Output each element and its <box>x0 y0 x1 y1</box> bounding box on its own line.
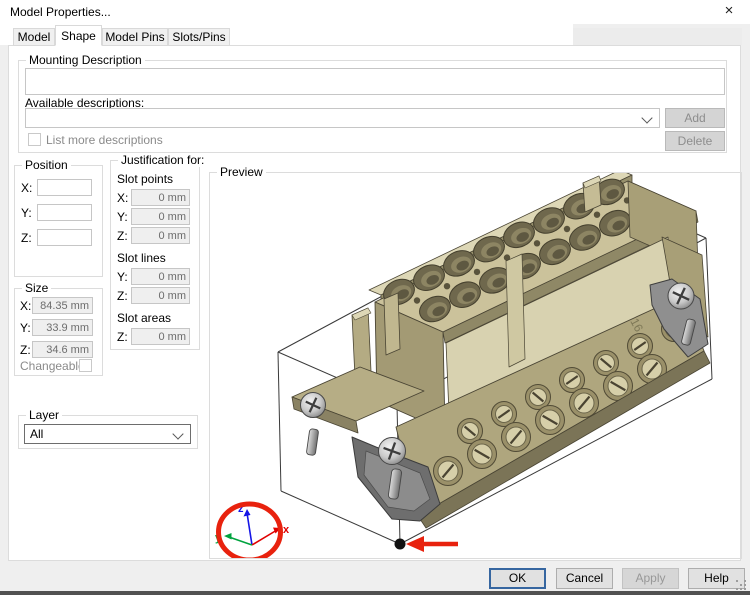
changeable-checkbox[interactable] <box>79 359 92 372</box>
tab-model[interactable]: Model <box>13 28 55 46</box>
layer-combobox[interactable]: All <box>24 424 191 444</box>
size-group-label: Size <box>22 281 52 295</box>
ok-button[interactable]: OK <box>489 568 546 589</box>
tab-model-pins[interactable]: Model Pins <box>102 28 168 46</box>
changeable-label: Changeable: <box>20 359 89 373</box>
slot-lines-z-label: Z: <box>117 289 128 303</box>
list-more-descriptions-checkbox[interactable] <box>28 133 41 146</box>
size-y-field[interactable] <box>32 319 93 336</box>
available-descriptions-combobox[interactable] <box>25 108 660 128</box>
size-z-field[interactable] <box>32 341 93 358</box>
position-z-field[interactable] <box>37 229 92 246</box>
tab-shape[interactable]: Shape <box>55 25 102 46</box>
size-x-label: X: <box>20 299 32 313</box>
chevron-down-icon[interactable] <box>641 112 653 124</box>
position-z-label: Z: <box>21 231 32 245</box>
apply-button[interactable]: Apply <box>622 568 679 589</box>
layer-value: All <box>30 427 44 441</box>
window-title: Model Properties... <box>10 5 111 19</box>
chevron-down-icon[interactable] <box>172 428 184 440</box>
position-y-field[interactable] <box>37 204 92 221</box>
close-icon[interactable]: × <box>714 0 744 22</box>
slot-areas-z-label: Z: <box>117 330 128 344</box>
slot-points-x-field[interactable] <box>131 189 190 206</box>
justification-group-label: Justification for: <box>118 153 208 167</box>
mounting-description-input[interactable] <box>25 68 725 95</box>
slot-points-x-label: X: <box>117 191 129 205</box>
slot-points-z-label: Z: <box>117 229 128 243</box>
cancel-button[interactable]: Cancel <box>556 568 613 589</box>
slot-lines-y-label: Y: <box>117 270 128 284</box>
size-x-field[interactable] <box>32 297 93 314</box>
slot-lines-z-field[interactable] <box>131 287 190 304</box>
connector-3d-model: 16 <box>291 173 711 529</box>
model-properties-dialog: { "window": { "title": "Model Properties… <box>0 0 750 595</box>
mounting-description-group-label: Mounting Description <box>26 53 145 67</box>
slot-areas-z-field[interactable] <box>131 328 190 345</box>
axis-triad-icon: z x y <box>215 501 290 558</box>
axis-x-label: x <box>283 524 290 536</box>
position-x-field[interactable] <box>37 179 92 196</box>
add-button[interactable]: Add <box>665 108 725 128</box>
size-z-label: Z: <box>20 343 31 357</box>
slot-points-label: Slot points <box>117 172 174 186</box>
preview-3d-viewport: 16 z x y <box>215 173 713 558</box>
origin-dot <box>394 538 406 550</box>
window-bottom-edge <box>0 591 750 595</box>
slot-areas-label: Slot areas <box>117 311 172 325</box>
size-y-label: Y: <box>20 321 31 335</box>
delete-button[interactable]: Delete <box>665 131 725 151</box>
position-group-label: Position <box>22 158 71 172</box>
position-y-label: Y: <box>21 206 32 220</box>
tab-slots-pins[interactable]: Slots/Pins <box>168 28 230 46</box>
slot-points-y-label: Y: <box>117 210 128 224</box>
layer-group-label: Layer <box>26 408 63 422</box>
dialog-background-patch <box>573 28 742 45</box>
origin-marker <box>394 536 458 552</box>
slot-lines-y-field[interactable] <box>131 268 190 285</box>
list-more-descriptions-label: List more descriptions <box>46 133 163 147</box>
phillips-screw-icon <box>667 282 695 310</box>
slot-points-z-field[interactable] <box>131 227 190 244</box>
title-bar <box>0 0 750 24</box>
position-x-label: X: <box>21 181 33 195</box>
red-arrow-head <box>406 536 424 552</box>
slot-lines-label: Slot lines <box>117 251 166 265</box>
slot-points-y-field[interactable] <box>131 208 190 225</box>
